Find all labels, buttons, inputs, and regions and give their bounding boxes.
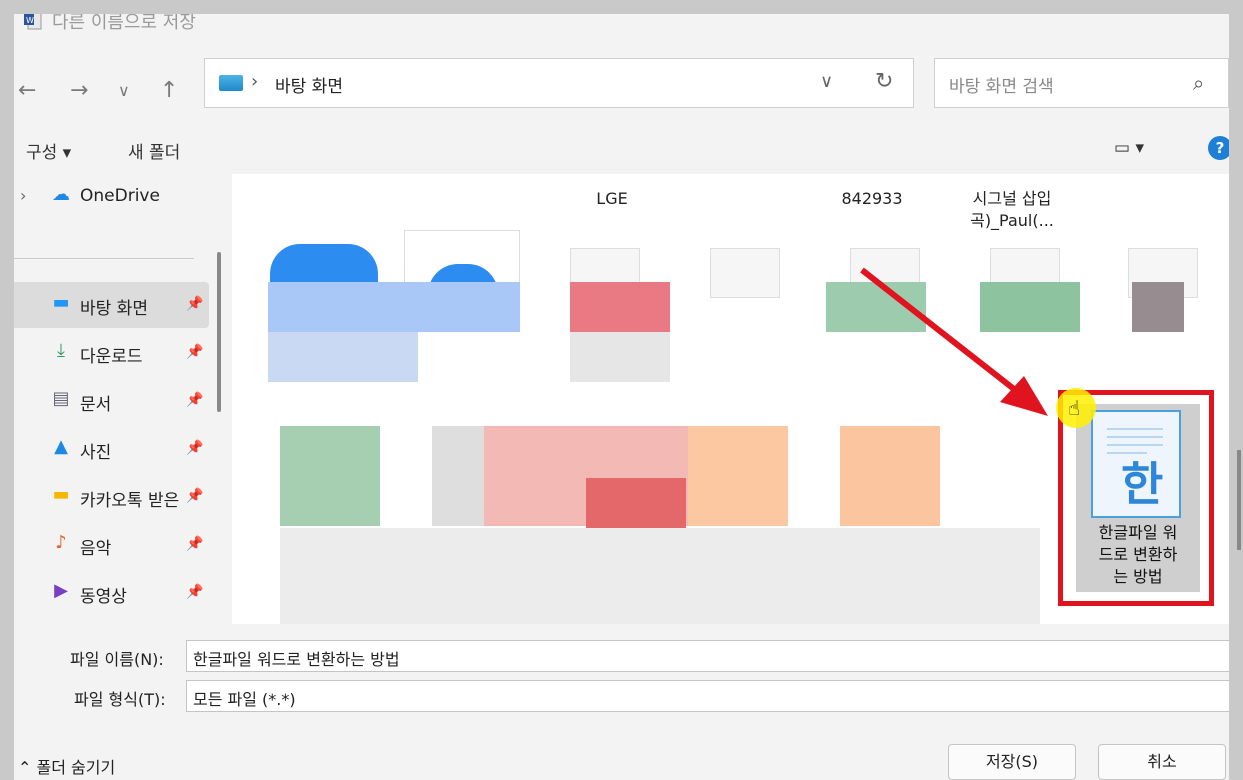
sidebar-item-label: 카카오톡 받은: [80, 491, 180, 511]
navigation-pane: › ☁ OneDrive ▬ 바탕 화면 📌 ⤓ 다운로드 📌 ▤ 문서 📌 ▲…: [14, 174, 232, 624]
hide-folders-toggle[interactable]: ⌃ 폴더 숨기기: [18, 754, 115, 778]
up-arrow-icon[interactable]: ↑: [160, 58, 178, 124]
filename-value[interactable]: 한글파일 워드로 변환하는 방법: [193, 646, 400, 670]
back-arrow-icon[interactable]: ←: [18, 58, 36, 124]
doc-line: [1107, 444, 1163, 446]
address-text[interactable]: 바탕 화면: [275, 72, 343, 97]
chevron-right-icon: ›: [251, 71, 259, 92]
folder-icon: ▬: [52, 484, 70, 505]
hangul-document-icon: 한: [1091, 410, 1181, 518]
sidebar-item-label: 문서: [80, 395, 112, 415]
cancel-button[interactable]: 취소: [1098, 744, 1226, 780]
sidebar-item-label: 동영상: [80, 587, 127, 607]
sidebar-item-videos[interactable]: ▶ 동영상 📌: [14, 570, 208, 616]
refresh-icon[interactable]: ↻: [875, 69, 893, 94]
save-as-dialog: W 다른 이름으로 저장 × ← → ∨ ↑ › 바탕 화면 ∨ ↻ 바탕 화면…: [14, 14, 1229, 780]
blurred-area: [980, 282, 1080, 332]
blurred-area: [1132, 282, 1184, 332]
picture-icon: ▲: [54, 436, 68, 457]
search-icon[interactable]: ⌕: [1193, 71, 1204, 95]
sidebar-item-kakaotalk[interactable]: ▬ 카카오톡 받은 📌: [14, 474, 208, 520]
file-caption: 곡)_Paul(...: [970, 211, 1054, 230]
document-icon: ▤: [52, 388, 70, 409]
sidebar-item-documents[interactable]: ▤ 문서 📌: [14, 378, 208, 424]
file-icon[interactable]: [710, 248, 780, 298]
filename-field[interactable]: 한글파일 워드로 변환하는 방법 ∨: [186, 640, 1229, 672]
sidebar-item-pictures[interactable]: ▲ 사진 📌: [14, 426, 208, 472]
desktop-icon: ▬: [52, 292, 70, 313]
divider: [14, 258, 194, 259]
blurred-area: [268, 282, 520, 332]
doc-line: [1107, 436, 1163, 438]
recent-locations-icon[interactable]: ∨: [118, 58, 130, 124]
filetype-select[interactable]: 모든 파일 (*.*) ∨: [186, 680, 1229, 712]
blurred-area: [586, 478, 686, 528]
pin-icon[interactable]: 📌: [186, 488, 203, 504]
svg-text:W: W: [26, 16, 34, 25]
sidebar-item-downloads[interactable]: ⤓ 다운로드 📌: [14, 330, 208, 376]
sidebar-item-label: 바탕 화면: [80, 299, 148, 319]
pin-icon[interactable]: 📌: [186, 440, 203, 456]
hangul-logo: 한: [1121, 457, 1164, 511]
sidebar-item-music[interactable]: ♪ 음악 📌: [14, 522, 208, 568]
sidebar-item-label: 사진: [80, 443, 112, 463]
blurred-area: [826, 282, 926, 332]
sidebar-scrollbar[interactable]: [217, 252, 221, 412]
window-title: 다른 이름으로 저장: [52, 14, 196, 33]
help-icon[interactable]: ?: [1208, 136, 1229, 160]
filetype-label: 파일 형식(T):: [74, 690, 166, 709]
file-name-line: 드로 변환하: [1098, 545, 1178, 564]
view-options-button[interactable]: ▭ ▾: [1114, 138, 1144, 158]
sidebar-item-onedrive[interactable]: › ☁ OneDrive: [14, 174, 208, 220]
sidebar-item-label: 음악: [80, 539, 112, 559]
blurred-area: [280, 528, 1040, 624]
chevron-down-icon[interactable]: ∨: [820, 71, 833, 92]
navigation-bar: ← → ∨ ↑ › 바탕 화면 ∨ ↻ 바탕 화면 검색 ⌕: [14, 58, 1229, 124]
pin-icon[interactable]: 📌: [186, 296, 203, 312]
chevron-right-icon[interactable]: ›: [20, 186, 26, 205]
word-app-icon: W: [24, 14, 42, 30]
blurred-area: [570, 282, 670, 332]
pin-icon[interactable]: 📌: [186, 392, 203, 408]
music-icon: ♪: [55, 532, 67, 553]
desktop-folder-icon: [219, 75, 243, 91]
blurred-area: [268, 332, 418, 382]
title-bar: W 다른 이름으로 저장 ×: [14, 14, 1229, 44]
blurred-area: [280, 426, 380, 526]
search-box[interactable]: 바탕 화면 검색 ⌕: [934, 58, 1229, 108]
blurred-area: [840, 426, 940, 526]
filename-label: 파일 이름(N):: [70, 650, 164, 669]
forward-arrow-icon[interactable]: →: [70, 58, 88, 124]
filetype-value[interactable]: 모든 파일 (*.*): [193, 686, 296, 710]
save-options-panel: 파일 이름(N): 한글파일 워드로 변환하는 방법 ∨ 파일 형식(T): 모…: [14, 624, 1229, 780]
cloud-icon: ☁: [52, 184, 70, 205]
sidebar-item-desktop[interactable]: ▬ 바탕 화면 📌: [14, 282, 209, 328]
download-icon: ⤓: [57, 340, 65, 361]
address-bar[interactable]: › 바탕 화면 ∨ ↻: [204, 58, 914, 108]
hand-cursor-icon: ☝: [1068, 396, 1081, 420]
pin-icon[interactable]: 📌: [186, 344, 203, 360]
blurred-area: [570, 332, 670, 382]
new-folder-button[interactable]: 새 폴더: [128, 138, 180, 163]
file-caption: LGE: [596, 189, 628, 208]
file-name-line: 한글파일 워: [1098, 523, 1178, 542]
sidebar-item-label: OneDrive: [80, 186, 160, 206]
pin-icon[interactable]: 📌: [186, 584, 203, 600]
organize-button[interactable]: 구성 ▾: [26, 138, 71, 163]
blurred-area: [688, 426, 788, 526]
video-icon: ▶: [54, 580, 68, 601]
file-caption: 842933: [841, 189, 903, 208]
content-scrollbar[interactable]: [1237, 450, 1241, 550]
doc-line: [1107, 428, 1163, 430]
selected-file-name: 한글파일 워 드로 변환하 는 방법: [1076, 522, 1200, 588]
save-button[interactable]: 저장(S): [948, 744, 1076, 780]
toolbar: 구성 ▾ 새 폴더 ▭ ▾ ?: [14, 126, 1229, 174]
search-placeholder[interactable]: 바탕 화면 검색: [949, 72, 1054, 97]
sidebar-item-label: 다운로드: [80, 347, 143, 367]
file-name-line: 는 방법: [1113, 567, 1163, 586]
file-caption: 시그널 삽입: [972, 189, 1052, 208]
pin-icon[interactable]: 📌: [186, 536, 203, 552]
selected-file-tile[interactable]: 한 한글파일 워 드로 변환하 는 방법: [1076, 404, 1200, 592]
